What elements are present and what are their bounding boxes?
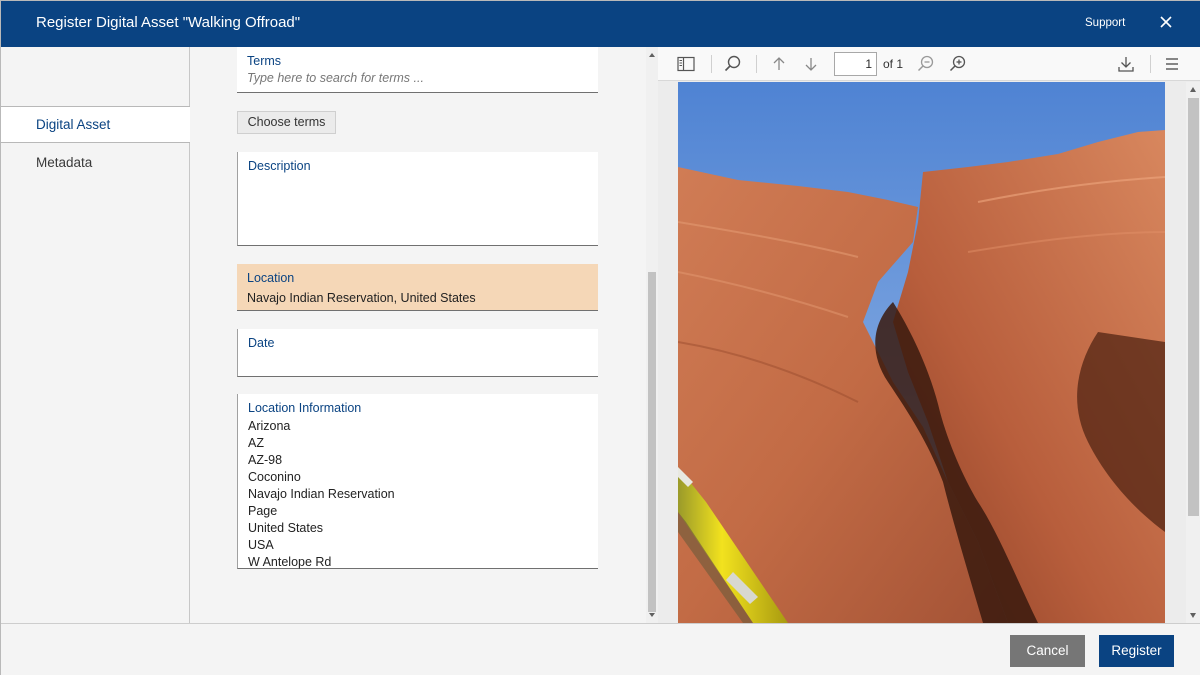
toolbar-divider: [711, 55, 712, 73]
location-value[interactable]: Navajo Indian Reservation, United States: [247, 291, 476, 305]
list-item: Coconino: [248, 470, 301, 484]
menu-icon[interactable]: [1162, 54, 1182, 74]
pdf-viewer: 1 of 1: [658, 47, 1200, 623]
list-item: AZ-98: [248, 453, 283, 467]
dialog-header: Register Digital Asset "Walking Offroad"…: [1, 1, 1200, 47]
location-information-label: Location Information: [248, 401, 362, 415]
previous-page-icon[interactable]: [769, 54, 789, 74]
sidebar-nav: Digital Asset Metadata: [1, 47, 190, 623]
asset-image-preview: [678, 82, 1165, 623]
nav-spacer: [1, 47, 190, 107]
nav-item-metadata[interactable]: Metadata: [1, 145, 190, 181]
description-label: Description: [248, 159, 311, 173]
cancel-button[interactable]: Cancel: [1010, 635, 1085, 667]
dialog-title: Register Digital Asset "Walking Offroad": [36, 14, 301, 31]
scrollbar-thumb[interactable]: [648, 272, 656, 612]
nav-item-digital-asset[interactable]: Digital Asset: [1, 107, 190, 143]
zoom-in-icon[interactable]: [948, 54, 968, 74]
sidebar-toggle-icon[interactable]: [676, 54, 696, 74]
viewer-scrollbar[interactable]: [1186, 82, 1200, 623]
location-information-field[interactable]: Location Information Arizona AZ AZ-98 Co…: [237, 394, 598, 569]
page-total: of 1: [883, 57, 904, 71]
viewer-toolbar: 1 of 1: [658, 47, 1200, 81]
toolbar-divider: [1150, 55, 1151, 73]
support-link[interactable]: Support: [1085, 17, 1125, 29]
location-label: Location: [247, 271, 295, 285]
scroll-up-icon[interactable]: [649, 53, 655, 57]
register-dialog: Register Digital Asset "Walking Offroad"…: [0, 0, 1200, 675]
form-scrollbar[interactable]: [646, 47, 658, 623]
date-label: Date: [248, 336, 275, 350]
download-icon[interactable]: [1116, 54, 1136, 74]
scroll-down-icon[interactable]: [649, 613, 655, 617]
zoom-out-icon[interactable]: [916, 54, 936, 74]
list-item: AZ: [248, 436, 264, 450]
register-button[interactable]: Register: [1099, 635, 1174, 667]
location-field[interactable]: Location Navajo Indian Reservation, Unit…: [237, 264, 598, 311]
list-item: W Antelope Rd: [248, 555, 332, 569]
terms-search-input[interactable]: Type here to search for terms ...: [247, 71, 424, 85]
list-item: Navajo Indian Reservation: [248, 487, 395, 501]
asset-form: Terms Type here to search for terms ... …: [191, 47, 646, 623]
terms-label: Terms: [247, 54, 282, 68]
canyon-photo: [678, 82, 1165, 623]
list-item: United States: [248, 521, 324, 535]
search-icon[interactable]: [723, 54, 743, 74]
location-information-list: Arizona AZ AZ-98 Coconino Navajo Indian …: [248, 418, 395, 571]
close-icon[interactable]: [1158, 14, 1174, 30]
date-field[interactable]: Date: [237, 329, 598, 377]
choose-terms-button[interactable]: Choose terms: [237, 111, 336, 134]
list-item: USA: [248, 538, 274, 552]
list-item: Arizona: [248, 419, 291, 433]
terms-field[interactable]: Terms Type here to search for terms ...: [237, 47, 598, 93]
page-number-input[interactable]: 1: [834, 52, 877, 76]
scrollbar-thumb[interactable]: [1188, 98, 1199, 516]
scroll-up-icon[interactable]: [1190, 87, 1196, 92]
viewer-page-area[interactable]: [658, 82, 1187, 623]
description-field[interactable]: Description: [237, 152, 598, 246]
next-page-icon[interactable]: [801, 54, 821, 74]
list-item: Page: [248, 504, 278, 518]
toolbar-divider: [756, 55, 757, 73]
scroll-down-icon[interactable]: [1190, 613, 1196, 618]
dialog-footer: Cancel Register: [1, 623, 1200, 675]
